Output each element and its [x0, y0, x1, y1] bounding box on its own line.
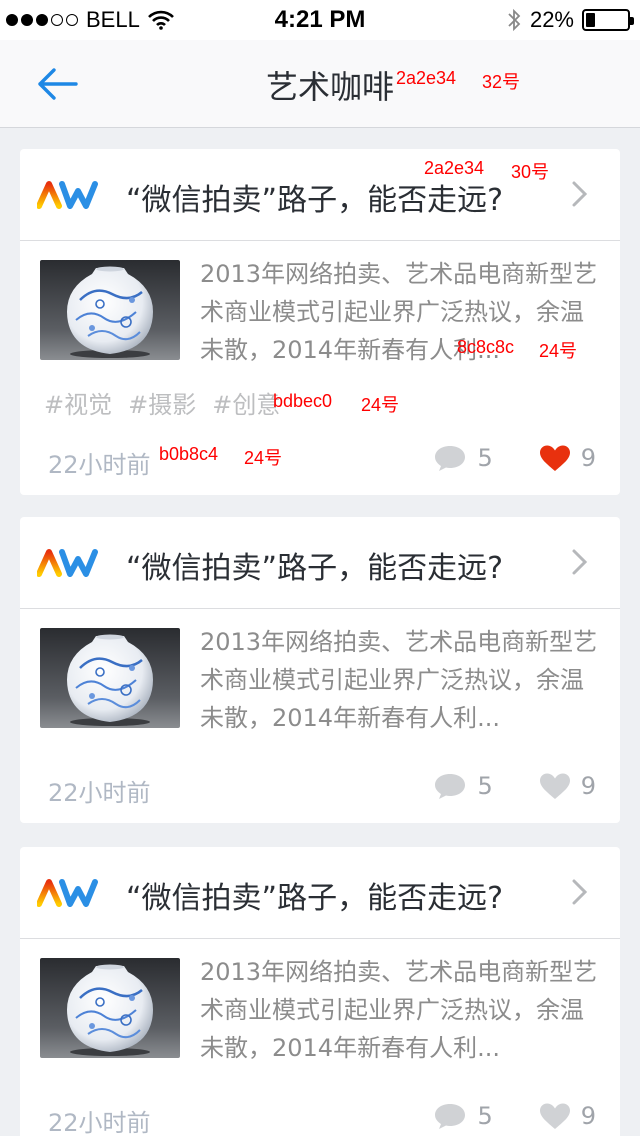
- like-count: 9: [580, 772, 596, 800]
- card-title[interactable]: “微信拍卖”路子，能否走远?: [126, 543, 503, 587]
- tag-color-annotation: bdbec0: [273, 391, 333, 411]
- vase-picture: [40, 628, 180, 728]
- card-summary: 2013年网络拍卖、艺术品电商新型艺术商业模式引起业界广泛热议，余温未散，201…: [200, 958, 598, 1062]
- post-time: 22小时前: [48, 1109, 151, 1136]
- comment-button[interactable]: 5: [433, 1101, 493, 1131]
- like-count: 9: [580, 1102, 596, 1130]
- time-size-annotation: 24号: [244, 448, 283, 468]
- battery-level: [586, 13, 595, 27]
- aw-logo-icon: [37, 879, 98, 907]
- card-stats: 5 9: [433, 443, 596, 473]
- vase-image[interactable]: [40, 958, 180, 1058]
- card-title[interactable]: “微信拍卖”路子，能否走远?: [126, 873, 503, 917]
- card-header[interactable]: “微信拍卖”路子，能否走远? 2a2e34 30号: [20, 149, 620, 241]
- title-size-annotation: 32号: [482, 72, 521, 92]
- summary-color-annotation: 8c8c8c: [457, 337, 515, 357]
- comment-count: 5: [477, 772, 493, 800]
- comment-count: 5: [477, 1102, 493, 1130]
- status-bar: BELL 4:21 PM 22%: [0, 0, 640, 40]
- tag-photography[interactable]: #摄影: [128, 385, 196, 420]
- heart-icon: [539, 445, 570, 471]
- title-color-annotation: 2a2e34: [424, 158, 485, 178]
- tag-list: #视觉 #摄影 #创意: [44, 385, 280, 420]
- comment-count: 5: [477, 444, 493, 472]
- like-button[interactable]: 9: [539, 444, 596, 472]
- aw-logo-icon: [37, 549, 98, 577]
- post-time: 22小时前: [48, 451, 151, 479]
- card-stats: 5 9: [433, 771, 596, 801]
- card-summary: 2013年网络拍卖、艺术品电商新型艺术商业模式引起业界广泛热议，余温未散，201…: [200, 628, 598, 732]
- summary-size-annotation: 24号: [539, 341, 578, 361]
- article-card[interactable]: “微信拍卖”路子，能否走远? 2013年网络拍卖、艺术品电商新型艺术商业模式引起…: [20, 517, 620, 823]
- comment-icon: [435, 446, 466, 471]
- tag-visual[interactable]: #视觉: [44, 385, 112, 420]
- tag-creative[interactable]: #创意: [212, 385, 280, 420]
- vase-picture: [40, 958, 180, 1058]
- comment-icon: [435, 1104, 466, 1129]
- status-right: 22%: [506, 7, 634, 33]
- card-title[interactable]: “微信拍卖”路子，能否走远?: [126, 175, 503, 219]
- time-color-annotation: b0b8c4: [159, 444, 219, 464]
- heart-icon: [539, 773, 570, 799]
- bluetooth-icon: [508, 8, 521, 32]
- title-color-annotation: 2a2e34: [396, 68, 457, 88]
- comment-button[interactable]: 5: [433, 443, 493, 473]
- chevron-right-icon[interactable]: [568, 179, 590, 209]
- chevron-right-icon[interactable]: [568, 877, 590, 907]
- chevron-right-icon[interactable]: [568, 547, 590, 577]
- like-count: 9: [580, 444, 596, 472]
- vase-image[interactable]: [40, 260, 180, 360]
- card-stats: 5 9: [433, 1101, 596, 1131]
- battery-icon: [582, 9, 634, 31]
- tag-size-annotation: 24号: [361, 395, 400, 415]
- page-title: 艺术咖啡: [0, 62, 640, 108]
- title-size-annotation: 30号: [511, 162, 550, 182]
- heart-icon: [539, 1103, 570, 1129]
- page-title-text: 艺术咖啡: [265, 68, 394, 106]
- post-time: 22小时前: [48, 779, 151, 807]
- vase-picture: [40, 260, 180, 360]
- comment-button[interactable]: 5: [433, 771, 493, 801]
- aw-logo-icon: [37, 181, 98, 209]
- battery-percent: 22%: [529, 7, 574, 32]
- vase-image[interactable]: [40, 628, 180, 728]
- article-card[interactable]: “微信拍卖”路子，能否走远? 2013年网络拍卖、艺术品电商新型艺术商业模式引起…: [20, 847, 620, 1136]
- comment-icon: [435, 774, 466, 799]
- like-button[interactable]: 9: [539, 772, 596, 800]
- like-button[interactable]: 9: [539, 1102, 596, 1130]
- card-header[interactable]: “微信拍卖”路子，能否走远?: [20, 517, 620, 609]
- card-header[interactable]: “微信拍卖”路子，能否走远?: [20, 847, 620, 939]
- article-card[interactable]: “微信拍卖”路子，能否走远? 2a2e34 30号 2013年网络拍卖、艺术品电…: [20, 149, 620, 495]
- nav-bar: 艺术咖啡 2a2e34 32号: [0, 40, 640, 128]
